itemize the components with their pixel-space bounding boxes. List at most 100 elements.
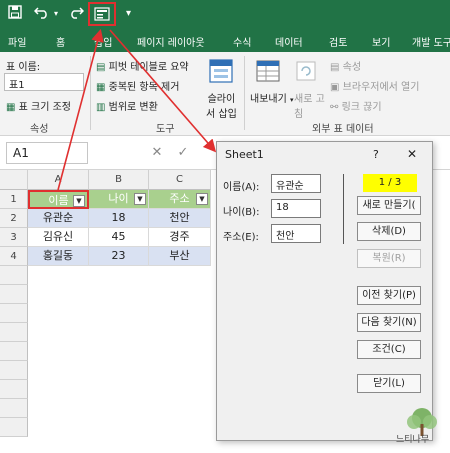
slicer-label-2: 서 삽입 (206, 109, 237, 120)
export-label: 내보내기 (250, 94, 287, 105)
help-icon[interactable]: ? (373, 148, 379, 161)
export-button[interactable]: 내보내기 ▾ (250, 90, 294, 105)
table-cell[interactable]: 부산 (149, 247, 211, 266)
row-header-blank (0, 304, 28, 323)
row-header-blank (0, 361, 28, 380)
tab-review[interactable]: 검토 (329, 34, 347, 49)
table-name-input[interactable]: 표1 (4, 73, 84, 91)
close-button[interactable]: 닫기(L) (357, 374, 421, 393)
convert-range-icon: ▥ (96, 102, 106, 113)
filter-dropdown-icon[interactable]: ▼ (196, 193, 208, 205)
data-form-dialog: Sheet1 ? ✕ 이름(A): 유관순 나이(B): 18 주소(E): 천… (216, 141, 433, 441)
dialog-title: Sheet1 (225, 148, 264, 161)
remove-duplicates-label: 중복된 항목 제거 (108, 82, 180, 93)
tab-home[interactable]: 홈 (56, 34, 65, 49)
field-label-name: 이름(A): (223, 182, 260, 193)
row-header-blank (0, 342, 28, 361)
row-header-blank (0, 323, 28, 342)
column-header-c[interactable]: C (149, 170, 211, 190)
resize-table-button[interactable]: ▦ 표 크기 조정 (6, 98, 71, 113)
resize-table-icon: ▦ (6, 102, 16, 113)
age-field[interactable]: 18 (271, 199, 321, 218)
redo-icon[interactable] (68, 5, 85, 25)
row-header-1[interactable]: 1 (0, 190, 28, 209)
row-header-4[interactable]: 4 (0, 247, 28, 266)
table-cell[interactable]: 경주 (149, 228, 211, 247)
group-properties-label: 속성 (30, 124, 49, 135)
record-scrollbar[interactable] (343, 174, 344, 244)
find-next-button[interactable]: 다음 찾기(N) (357, 313, 421, 332)
slicer-button[interactable]: 슬라이 서 삽입 (206, 90, 237, 120)
name-box[interactable]: A1 (6, 142, 88, 164)
watermark-logo: 느티나무 (396, 404, 444, 451)
field-label-address: 주소(E): (223, 232, 259, 243)
delete-button[interactable]: 삭제(D) (357, 222, 421, 241)
tab-file[interactable]: 파일 (8, 34, 26, 49)
properties-button[interactable]: ▤ 속성 (330, 58, 361, 73)
undo-icon[interactable] (33, 5, 50, 25)
convert-range-label: 범위로 변환 (108, 102, 158, 113)
column-header-a[interactable]: A (28, 170, 89, 190)
select-all-corner[interactable] (0, 170, 28, 190)
browser-icon: ▣ (330, 82, 340, 93)
filter-dropdown-icon[interactable]: ▼ (73, 195, 85, 207)
table-cell[interactable]: 18 (89, 209, 149, 228)
table-cell[interactable]: 유관순 (28, 209, 89, 228)
tab-data[interactable]: 데이터 (275, 34, 303, 49)
undo-dropdown-icon[interactable]: ▾ (54, 5, 58, 23)
tab-insert[interactable]: 삽입 (94, 34, 112, 49)
table-cell[interactable]: 천안 (149, 209, 211, 228)
pivot-icon: ▤ (96, 62, 106, 73)
open-in-browser-label: 브라우저에서 열기 (342, 82, 420, 93)
ribbon-divider (90, 56, 91, 130)
row-header-blank (0, 266, 28, 285)
name-field[interactable]: 유관순 (271, 174, 321, 193)
export-dropdown-icon: ▾ (290, 96, 294, 104)
refresh-button[interactable]: 새로 고 침 (294, 90, 325, 120)
address-field[interactable]: 천안 (271, 224, 321, 243)
ribbon: 표 이름: 표1 ▦ 표 크기 조정 속성 ▤ 피벗 테이블로 요약 ▦ 중복된… (0, 52, 450, 136)
row-header-3[interactable]: 3 (0, 228, 28, 247)
tab-formulas[interactable]: 수식 (233, 34, 251, 49)
pivot-button[interactable]: ▤ 피벗 테이블로 요약 (96, 58, 189, 73)
group-tools-label: 도구 (156, 124, 175, 135)
new-button[interactable]: 새로 만들기( (357, 196, 421, 215)
tab-view[interactable]: 보기 (372, 34, 390, 49)
group-external-label: 외부 표 데이터 (312, 124, 374, 135)
watermark-text: 느티나무 (396, 435, 430, 445)
remove-duplicates-button[interactable]: ▦ 중복된 항목 제거 (96, 78, 179, 93)
enter-icon[interactable]: ✓ (172, 142, 194, 164)
find-prev-button[interactable]: 이전 찾기(P) (357, 286, 421, 305)
title-bar: ▾ ▾ (0, 0, 450, 30)
open-in-browser-button[interactable]: ▣ 브라우저에서 열기 (330, 78, 419, 93)
customize-dropdown-icon[interactable]: ▾ (126, 5, 131, 23)
table-name-label: 표 이름: (6, 62, 41, 73)
table-cell[interactable]: 김유신 (28, 228, 89, 247)
unlink-icon: ⚯ (330, 102, 339, 113)
close-icon[interactable]: ✕ (407, 147, 417, 161)
header-name-text: 이름 (48, 194, 69, 207)
tab-developer[interactable]: 개발 도구 (412, 34, 450, 49)
save-icon[interactable] (8, 5, 22, 25)
criteria-button[interactable]: 조건(C) (357, 340, 421, 359)
filter-dropdown-icon[interactable]: ▼ (134, 193, 146, 205)
refresh-label-1: 새로 고 (294, 94, 325, 105)
unlink-button[interactable]: ⚯ 링크 끊기 (330, 98, 382, 113)
tab-page-layout[interactable]: 페이지 레이아웃 (137, 34, 205, 49)
cancel-icon[interactable]: ✕ (146, 142, 168, 164)
table-cell[interactable]: 홍길동 (28, 247, 89, 266)
header-age-text: 나이 (108, 192, 129, 205)
slicer-icon (206, 58, 236, 86)
header-cell-address[interactable]: 주소 ▼ (149, 190, 211, 209)
column-header-b[interactable]: B (89, 170, 149, 190)
remove-duplicates-icon: ▦ (96, 82, 106, 93)
header-cell-name[interactable]: 이름 ▼ (28, 190, 89, 209)
refresh-label-2: 침 (294, 109, 304, 120)
table-cell[interactable]: 45 (89, 228, 149, 247)
header-cell-age[interactable]: 나이 ▼ (89, 190, 149, 209)
table-cell[interactable]: 23 (89, 247, 149, 266)
row-header-2[interactable]: 2 (0, 209, 28, 228)
convert-range-button[interactable]: ▥ 범위로 변환 (96, 98, 158, 113)
restore-button[interactable]: 복원(R) (357, 249, 421, 268)
form-icon[interactable] (94, 7, 110, 27)
